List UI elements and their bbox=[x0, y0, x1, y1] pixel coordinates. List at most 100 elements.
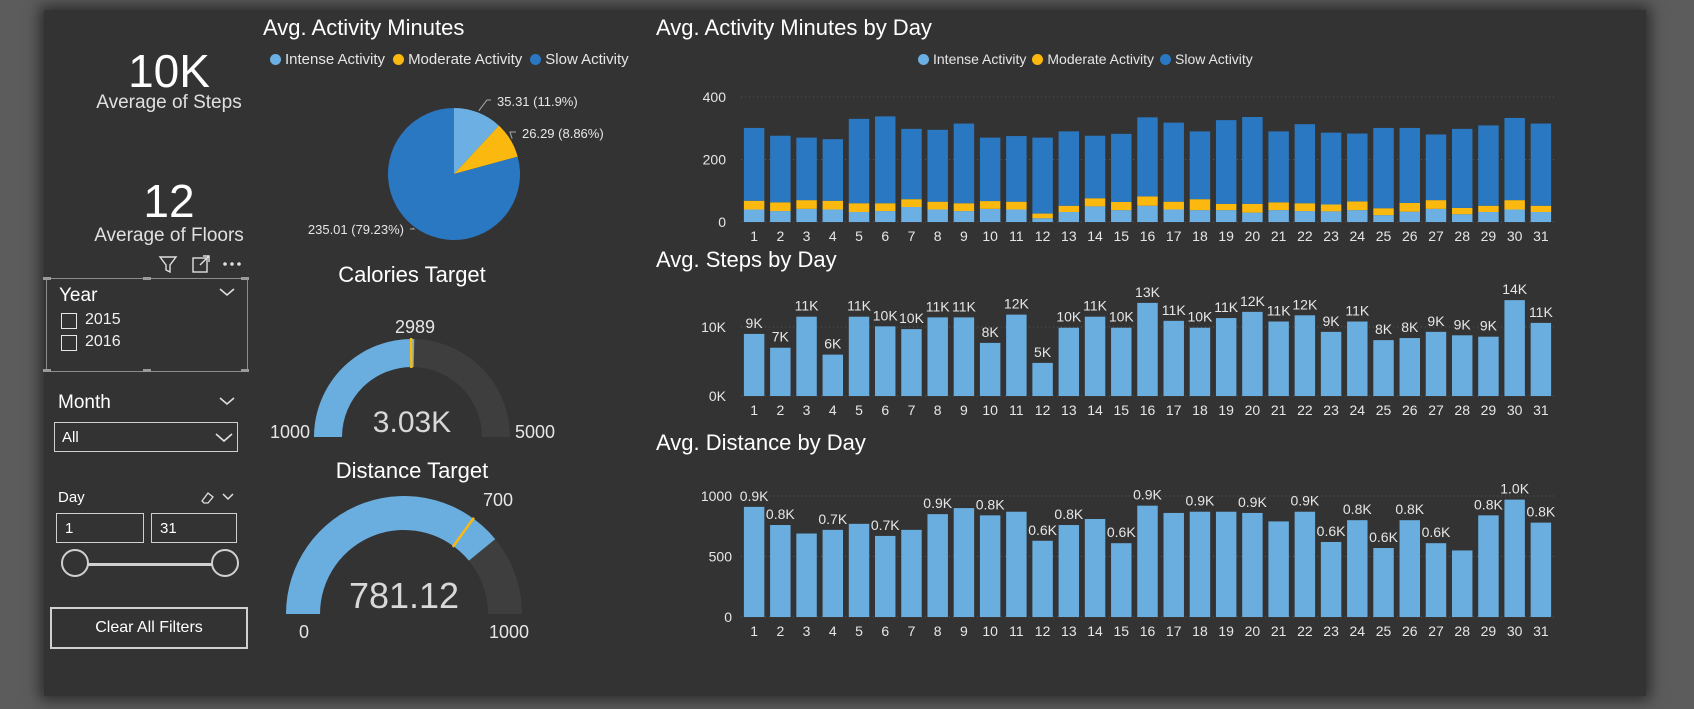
bar-segment-intense[interactable] bbox=[1137, 205, 1158, 222]
steps-bar[interactable] bbox=[1373, 340, 1394, 396]
bar-segment-slow[interactable] bbox=[1530, 123, 1552, 206]
bar-segment-moderate[interactable] bbox=[743, 200, 765, 210]
distance-bar[interactable] bbox=[1530, 522, 1552, 617]
bar-segment-moderate[interactable] bbox=[1006, 201, 1027, 210]
steps-bar[interactable] bbox=[1032, 362, 1053, 396]
bar-segment-slow[interactable] bbox=[1189, 131, 1211, 200]
steps-bar[interactable] bbox=[1242, 311, 1263, 396]
bar-segment-slow[interactable] bbox=[1320, 132, 1342, 205]
bar-segment-moderate[interactable] bbox=[927, 201, 948, 210]
bar-segment-slow[interactable] bbox=[848, 118, 870, 204]
resize-handle[interactable] bbox=[43, 369, 51, 372]
bar-segment-slow[interactable] bbox=[1504, 117, 1525, 201]
more-options-icon[interactable] bbox=[223, 262, 241, 266]
bar-segment-slow[interactable] bbox=[1111, 133, 1132, 202]
bar-segment-slow[interactable] bbox=[1478, 125, 1499, 206]
steps-bar[interactable] bbox=[1320, 331, 1342, 396]
bar-segment-intense[interactable] bbox=[901, 207, 922, 222]
bar-segment-intense[interactable] bbox=[953, 211, 975, 222]
steps-bar[interactable] bbox=[1399, 338, 1420, 396]
chevron-down-icon[interactable] bbox=[222, 493, 234, 501]
distance-bar[interactable] bbox=[1084, 518, 1106, 617]
bar-segment-moderate[interactable] bbox=[1215, 203, 1237, 211]
resize-handle[interactable] bbox=[241, 277, 249, 280]
bar-segment-moderate[interactable] bbox=[1347, 201, 1368, 211]
distance-bar[interactable] bbox=[1268, 521, 1289, 617]
distance-bar[interactable] bbox=[1111, 543, 1132, 617]
bar-segment-moderate[interactable] bbox=[822, 200, 844, 210]
steps-bar[interactable] bbox=[1084, 316, 1106, 396]
steps-bar[interactable] bbox=[1530, 322, 1552, 396]
bar-segment-intense[interactable] bbox=[743, 209, 765, 223]
distance-bar[interactable] bbox=[1294, 511, 1316, 617]
day-end-input[interactable]: 31 bbox=[151, 513, 237, 543]
bar-segment-slow[interactable] bbox=[1347, 133, 1368, 202]
bar-segment-intense[interactable] bbox=[1347, 210, 1368, 222]
year-2016-checkbox[interactable] bbox=[61, 335, 77, 351]
distance-bar[interactable] bbox=[953, 508, 975, 617]
bar-segment-moderate[interactable] bbox=[875, 203, 896, 212]
bar-segment-intense[interactable] bbox=[1478, 212, 1499, 222]
bar-segment-slow[interactable] bbox=[953, 123, 975, 204]
steps-bar[interactable] bbox=[901, 329, 922, 396]
day-start-input[interactable]: 1 bbox=[56, 513, 144, 543]
steps-bar[interactable] bbox=[1189, 327, 1211, 396]
bar-segment-intense[interactable] bbox=[1504, 209, 1525, 223]
bar-segment-intense[interactable] bbox=[1006, 209, 1027, 223]
bar-segment-intense[interactable] bbox=[979, 208, 1001, 222]
bar-segment-slow[interactable] bbox=[979, 137, 1001, 202]
distance-bar[interactable] bbox=[1399, 520, 1420, 617]
steps-bar[interactable] bbox=[875, 326, 896, 396]
bar-segment-moderate[interactable] bbox=[1268, 202, 1289, 211]
bar-segment-slow[interactable] bbox=[1006, 136, 1027, 202]
bar-segment-moderate[interactable] bbox=[1242, 203, 1263, 213]
bar-segment-slow[interactable] bbox=[1163, 122, 1184, 202]
distance-bar[interactable] bbox=[1163, 512, 1184, 617]
resize-handle[interactable] bbox=[143, 369, 151, 372]
chevron-down-icon[interactable] bbox=[219, 396, 235, 406]
bar-segment-slow[interactable] bbox=[1373, 127, 1394, 209]
bar-segment-intense[interactable] bbox=[1373, 215, 1394, 222]
steps-bar[interactable] bbox=[1451, 335, 1473, 396]
month-dropdown[interactable]: All bbox=[54, 422, 238, 452]
year-slicer[interactable]: Year 2015 2016 bbox=[43, 277, 249, 372]
bar-segment-moderate[interactable] bbox=[1425, 200, 1447, 209]
bar-segment-moderate[interactable] bbox=[953, 203, 975, 212]
bar-segment-intense[interactable] bbox=[1189, 210, 1211, 222]
distance-bar[interactable] bbox=[796, 533, 817, 617]
bar-segment-slow[interactable] bbox=[1451, 128, 1473, 208]
bar-segment-moderate[interactable] bbox=[1504, 200, 1525, 210]
bar-segment-slow[interactable] bbox=[1137, 117, 1158, 197]
legend-item-intense[interactable]: Intense Activity bbox=[918, 51, 1026, 67]
bar-segment-slow[interactable] bbox=[1058, 131, 1080, 206]
steps-bar[interactable] bbox=[822, 354, 844, 396]
steps-bar[interactable] bbox=[1215, 318, 1237, 396]
bar-segment-slow[interactable] bbox=[1242, 117, 1263, 204]
bar-segment-moderate[interactable] bbox=[1530, 205, 1552, 212]
legend-item-slow[interactable]: Slow Activity bbox=[530, 51, 629, 68]
distance-bar[interactable] bbox=[1373, 548, 1394, 617]
bar-segment-slow[interactable] bbox=[875, 116, 896, 204]
resize-handle[interactable] bbox=[43, 277, 51, 280]
clear-all-filters-button[interactable]: Clear All Filters bbox=[50, 607, 248, 649]
bar-segment-slow[interactable] bbox=[743, 127, 765, 201]
bar-segment-moderate[interactable] bbox=[1137, 196, 1158, 206]
distance-bar[interactable] bbox=[1425, 543, 1447, 617]
bar-segment-slow[interactable] bbox=[1084, 135, 1106, 199]
steps-bar[interactable] bbox=[848, 316, 870, 396]
bar-segment-slow[interactable] bbox=[1268, 131, 1289, 203]
steps-bar[interactable] bbox=[770, 347, 791, 396]
distance-bar[interactable] bbox=[1242, 512, 1263, 617]
bar-segment-intense[interactable] bbox=[796, 208, 817, 222]
bar-segment-intense[interactable] bbox=[1032, 218, 1053, 222]
day-range-track[interactable] bbox=[77, 563, 223, 566]
bar-segment-moderate[interactable] bbox=[1032, 213, 1053, 219]
steps-bar[interactable] bbox=[1137, 302, 1158, 396]
bar-segment-intense[interactable] bbox=[1242, 212, 1263, 222]
year-2015-checkbox[interactable] bbox=[61, 313, 77, 329]
steps-bar[interactable] bbox=[1347, 321, 1368, 396]
distance-bar[interactable] bbox=[1504, 499, 1525, 617]
distance-bar[interactable] bbox=[1137, 505, 1158, 617]
bar-segment-slow[interactable] bbox=[822, 139, 844, 201]
steps-bar[interactable] bbox=[1111, 327, 1132, 396]
